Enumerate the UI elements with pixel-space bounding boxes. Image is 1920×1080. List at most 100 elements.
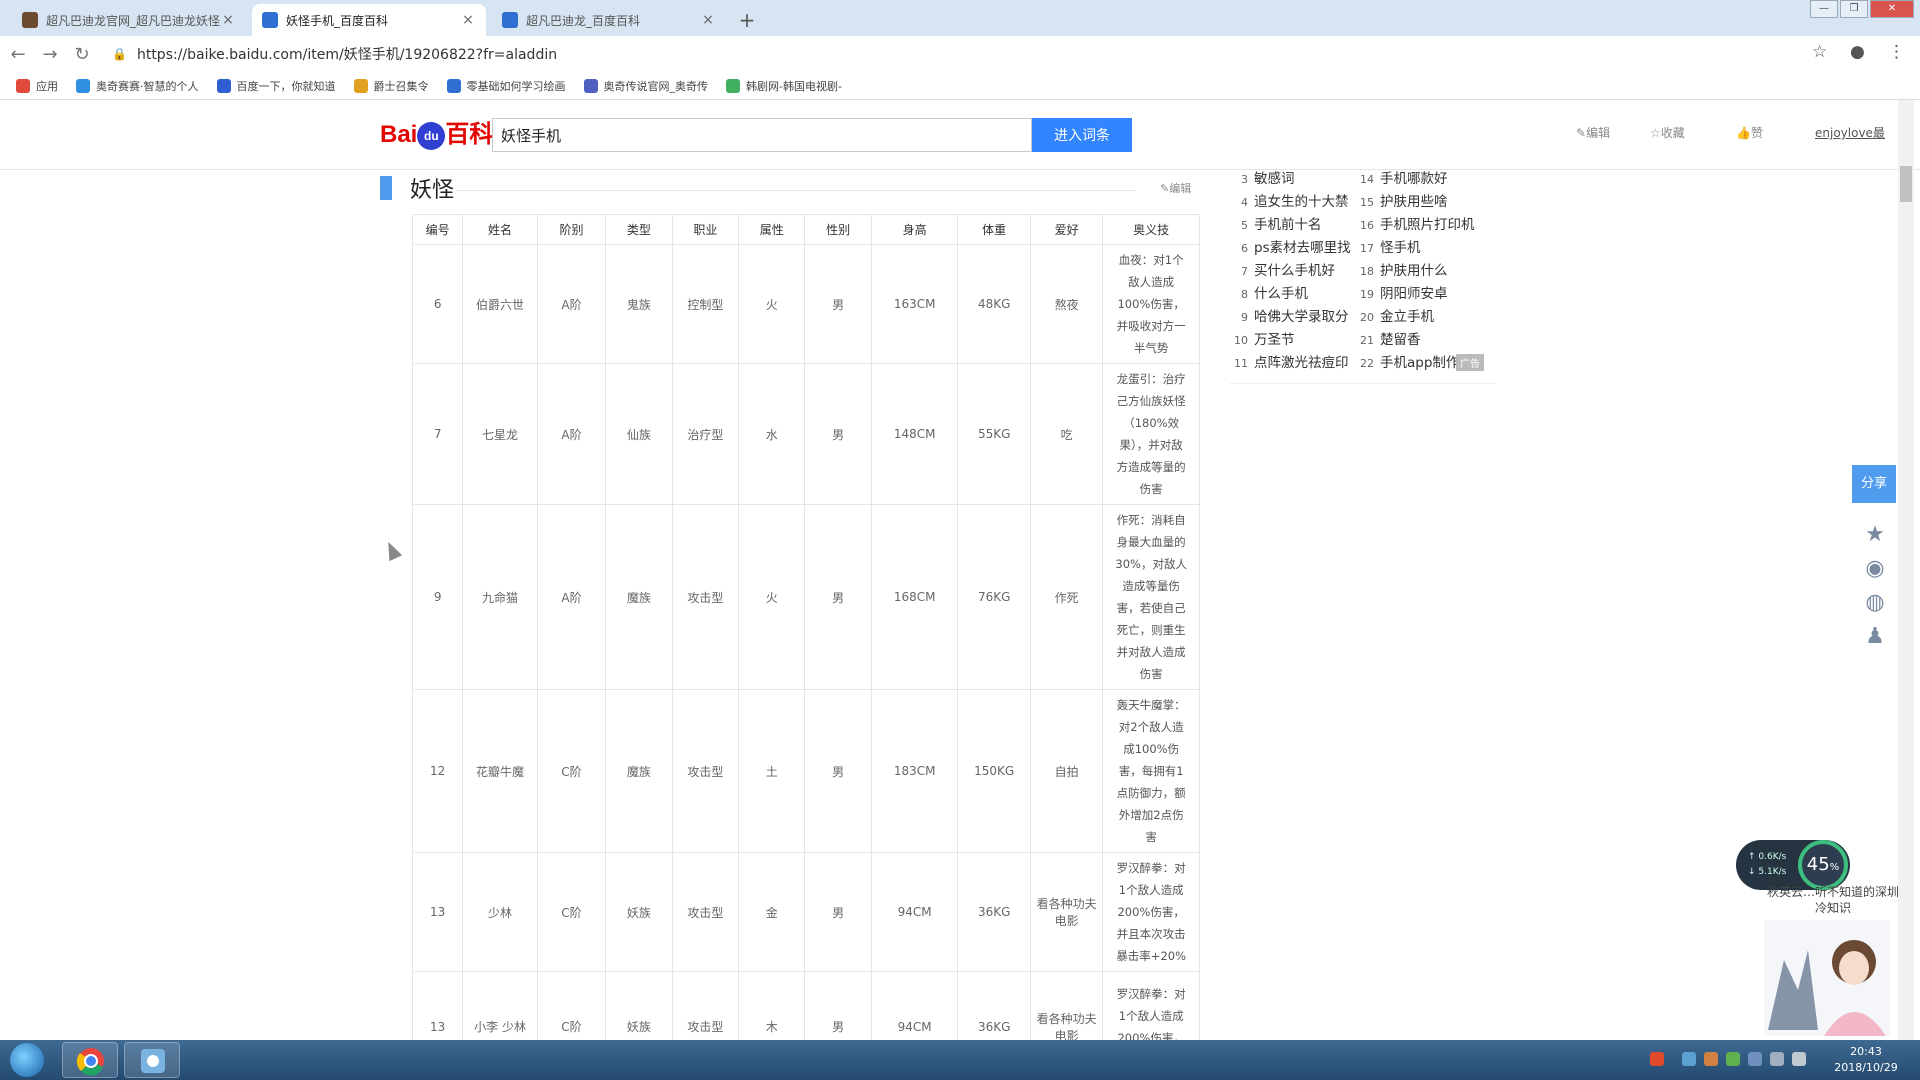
sogou-input-icon[interactable]	[1650, 1052, 1664, 1066]
tab-close-icon[interactable]: ×	[700, 12, 716, 28]
table-row: 12 花瓣牛魔 C阶 魔族 攻击型土男 183CM 150KG 自拍 轰天牛魔掌：对2个敌人造成…	[411, 689, 1200, 853]
rank-number: 4	[1241, 196, 1248, 209]
hot-search-item[interactable]: 21 楚留香	[1356, 329, 1475, 352]
hot-search-item[interactable]: 4 追女生的十大禁	[1230, 191, 1351, 214]
start-button[interactable]	[10, 1043, 44, 1077]
bookmark-apps[interactable]: 应用	[16, 78, 58, 94]
table-cell: 168CM	[870, 504, 959, 690]
hot-search-item[interactable]: 8 什么手机	[1230, 283, 1351, 306]
hot-search-item[interactable]: 14 手机哪款好	[1356, 168, 1475, 191]
shield-icon[interactable]	[1748, 1052, 1762, 1066]
tray-app-icon[interactable]	[1704, 1052, 1718, 1066]
flag-icon[interactable]	[1770, 1052, 1784, 1066]
tab-favicon-icon	[22, 12, 38, 28]
qq-icon[interactable]: ♟	[1862, 624, 1888, 650]
search-input[interactable]	[492, 118, 1032, 152]
network-icon[interactable]	[1682, 1052, 1696, 1066]
pencil-icon: ✎	[1576, 125, 1587, 140]
rank-number: 6	[1241, 242, 1248, 255]
wechat-icon[interactable]: ◍	[1862, 590, 1888, 616]
security-icon[interactable]	[1726, 1052, 1740, 1066]
back-icon[interactable]: ←	[4, 44, 32, 65]
thumbs-up-icon: 👍	[1736, 125, 1751, 140]
volume-icon[interactable]	[1792, 1052, 1806, 1066]
tab-2[interactable]: 超凡巴迪龙_百度百科 ×	[492, 4, 726, 36]
scrollbar[interactable]	[1898, 100, 1914, 1040]
tab-0[interactable]: 超凡巴迪龙官网_超凡巴迪龙妖怪 ×	[12, 4, 246, 36]
star-icon[interactable]: ★	[1862, 522, 1888, 548]
table-cell: 魔族	[605, 504, 673, 690]
like-action[interactable]: 👍 赞	[1736, 124, 1763, 141]
user-link[interactable]: enjoylove最	[1815, 124, 1885, 141]
bookmark-item[interactable]: 奥奇传说官网_奥奇传	[583, 78, 708, 94]
bookmark-item[interactable]: 奥奇赛赛·智慧的个人	[76, 78, 199, 94]
bookmark-item[interactable]: 爵士召集令	[353, 78, 429, 94]
rank-number: 20	[1360, 311, 1374, 324]
hot-search-item[interactable]: 16 手机照片打印机	[1356, 214, 1475, 237]
hot-search-item[interactable]: 11 点阵激光祛痘印	[1230, 352, 1351, 375]
column-header: 姓名	[462, 214, 538, 245]
new-tab-button[interactable]: +	[734, 7, 760, 33]
rank-number: 15	[1360, 196, 1374, 209]
chrome-taskbar-button[interactable]	[62, 1042, 118, 1078]
tab-close-icon[interactable]: ×	[460, 12, 476, 28]
news-popup-image[interactable]	[1764, 920, 1890, 1036]
hot-search-item[interactable]: 18 护肤用什么	[1356, 260, 1475, 283]
favorite-action[interactable]: ☆ 收藏	[1650, 124, 1685, 141]
hot-search-item[interactable]: 10 万圣节	[1230, 329, 1351, 352]
hot-search-item[interactable]: 9 哈佛大学录取分	[1230, 306, 1351, 329]
scrollbar-thumb[interactable]	[1900, 166, 1912, 202]
section-edit-link[interactable]: ✎编辑	[1160, 180, 1191, 196]
table-cell: 七星龙	[462, 363, 538, 505]
bookmark-star-icon[interactable]: ☆	[1812, 42, 1827, 62]
hot-search-label: 手机哪款好	[1380, 171, 1448, 187]
weibo-icon[interactable]: ◉	[1862, 556, 1888, 582]
hot-search-label: 金立手机	[1380, 309, 1434, 325]
baidu-baike-logo[interactable]: Bai du 百科	[380, 114, 493, 150]
rank-number: 11	[1234, 357, 1248, 370]
table-cell: 12	[411, 689, 464, 853]
skill-cell: 轰天牛魔掌：对2个敌人造成100%伤害，每拥有1点防御力，额外增加2点伤害	[1102, 689, 1200, 853]
menu-icon[interactable]: ⋮	[1888, 42, 1905, 62]
network-speed-widget[interactable]: ↑ 0.6K/s ↓ 5.1K/s 45%	[1736, 840, 1850, 890]
table-cell: 魔族	[605, 689, 673, 853]
system-clock[interactable]: 20:43 2018/10/29	[1830, 1044, 1902, 1076]
tab-title: 妖怪手机_百度百科	[286, 13, 389, 28]
table-cell: 吃	[1029, 363, 1104, 505]
app-taskbar-button[interactable]	[124, 1042, 180, 1078]
news-popup-text[interactable]: 秋英云…听不知道的深圳冷知识	[1766, 884, 1900, 916]
table-cell: 76KG	[957, 504, 1031, 690]
hot-search-item[interactable]: 5 手机前十名	[1230, 214, 1351, 237]
address-bar[interactable]: 🔒 https://baike.baidu.com/item/妖怪手机/1920…	[112, 42, 1812, 66]
hot-search-item[interactable]: 3 敏感词	[1230, 168, 1351, 191]
tab-1[interactable]: 妖怪手机_百度百科 ×	[252, 4, 486, 36]
close-window-button[interactable]: ✕	[1870, 0, 1914, 18]
table-cell: A阶	[536, 504, 607, 690]
monster-table: 编号 姓名 阶别 类型 职业 属性 性别 身高 体重 爱好 奥义技 6 伯爵六世 A阶 鬼族 控制型火男 16…	[411, 214, 1200, 1080]
bookmark-item[interactable]: 百度一下，你就知道	[216, 78, 336, 94]
enter-entry-button[interactable]: 进入词条	[1032, 118, 1132, 152]
rank-number: 17	[1360, 242, 1374, 255]
profile-icon[interactable]: ●	[1850, 42, 1865, 62]
apps-grid-icon	[16, 78, 30, 93]
hot-search-item[interactable]: 15 护肤用些啥	[1356, 191, 1475, 214]
table-cell: 男	[804, 363, 872, 505]
hot-search-item[interactable]: 6 ps素材去哪里找	[1230, 237, 1351, 260]
maximize-button[interactable]: ❐	[1840, 0, 1868, 18]
bookmark-item[interactable]: 零基础如何学习绘画	[446, 78, 566, 94]
rank-number: 3	[1241, 173, 1248, 186]
hot-search-item[interactable]: 17 怪手机	[1356, 237, 1475, 260]
forward-icon[interactable]: →	[36, 44, 64, 65]
hot-search-item[interactable]: 20 金立手机	[1356, 306, 1475, 329]
reload-icon[interactable]: ↻	[68, 44, 96, 65]
table-cell: 6	[411, 244, 464, 364]
logo-text: Bai	[380, 121, 418, 148]
hot-search-item[interactable]: 7 买什么手机好	[1230, 260, 1351, 283]
bookmark-item[interactable]: 韩剧网-韩国电视剧-	[726, 78, 842, 94]
share-button[interactable]: 分享	[1852, 465, 1896, 503]
minimize-button[interactable]: —	[1810, 0, 1838, 18]
tab-close-icon[interactable]: ×	[220, 12, 236, 28]
divider	[456, 190, 1136, 191]
hot-search-item[interactable]: 19 阴阳师安卓	[1356, 283, 1475, 306]
edit-action[interactable]: ✎ 编辑	[1576, 124, 1610, 141]
